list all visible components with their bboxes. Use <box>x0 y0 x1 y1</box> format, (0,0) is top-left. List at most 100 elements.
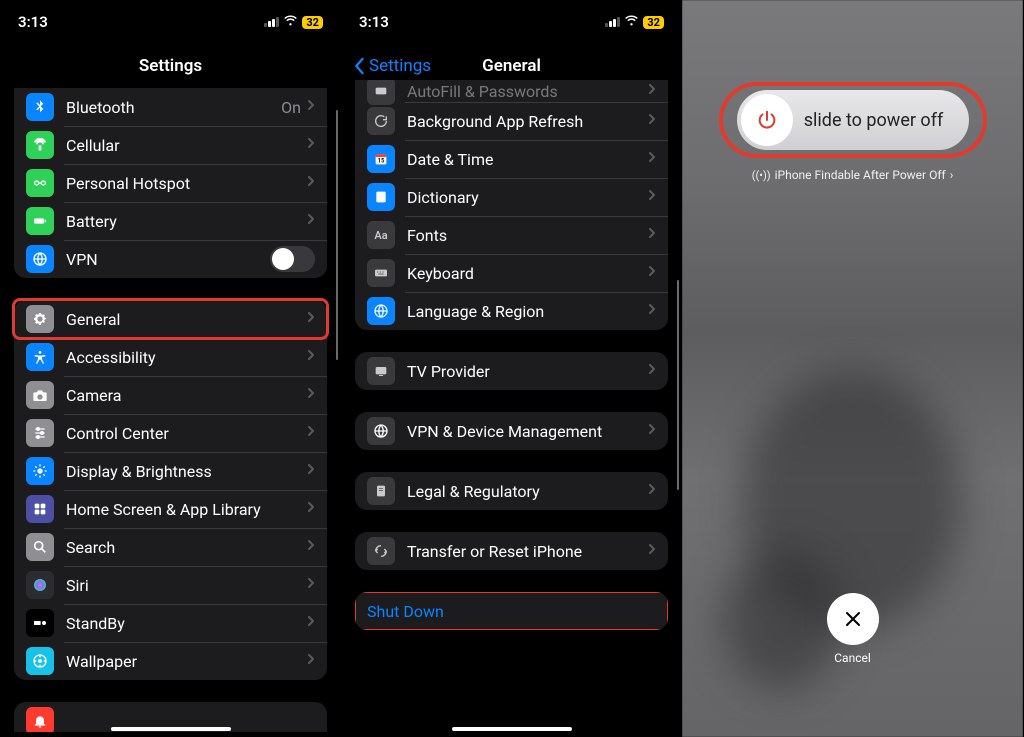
status-time: 3:13 <box>359 13 389 31</box>
row-language-region[interactable]: Language & Region <box>355 292 668 330</box>
row-background-app-refresh[interactable]: Background App Refresh <box>355 102 668 140</box>
row-label: Dictionary <box>407 188 648 207</box>
status-bar: 3:13 32 <box>0 0 341 44</box>
svg-text:15: 15 <box>378 157 385 164</box>
scrollbar[interactable] <box>677 280 680 490</box>
power-off-screen: slide to power off ((•)) iPhone Findable… <box>682 0 1023 737</box>
row-transfer-or-reset-iphone[interactable]: Transfer or Reset iPhone <box>355 532 668 570</box>
chevron-right-icon <box>307 175 315 191</box>
siri-icon <box>26 571 54 599</box>
row-display-brightness[interactable]: Display & Brightness <box>14 452 327 490</box>
standby-icon <box>26 609 54 637</box>
chevron-right-icon <box>307 501 315 517</box>
scrollbar[interactable] <box>336 110 339 360</box>
row-label: Date & Time <box>407 150 648 169</box>
bluetooth-icon <box>26 93 54 121</box>
chevron-right-icon <box>648 423 656 439</box>
row-legal-regulatory[interactable]: Legal & Regulatory <box>355 472 668 510</box>
chevron-right-icon <box>307 463 315 479</box>
row-autofill-passwords[interactable]: AutoFill & Passwords <box>355 80 668 102</box>
findable-link[interactable]: ((•)) iPhone Findable After Power Off › <box>727 168 979 182</box>
row-vpn[interactable]: VPN <box>14 240 327 278</box>
row-personal-hotspot[interactable]: Personal Hotspot <box>14 164 327 202</box>
row-vpn-device-management[interactable]: VPN & Device Management <box>355 412 668 450</box>
back-button[interactable]: Settings <box>353 56 431 76</box>
row-siri[interactable]: Siri <box>14 566 327 604</box>
shut-down-label: Shut Down <box>367 602 656 621</box>
row-home-screen-app-library[interactable]: Home Screen & App Library <box>14 490 327 528</box>
row-label: VPN <box>66 250 270 269</box>
chevron-right-icon <box>307 311 315 327</box>
display-icon <box>26 457 54 485</box>
chevron-right-icon <box>307 653 315 669</box>
row-tv-provider[interactable]: TV Provider <box>355 352 668 390</box>
row-bluetooth[interactable]: BluetoothOn <box>14 88 327 126</box>
row-standby[interactable]: StandBy <box>14 604 327 642</box>
chevron-right-icon <box>648 151 656 167</box>
chevron-right-icon: › <box>950 168 954 182</box>
findable-label: iPhone Findable After Power Off <box>775 168 946 182</box>
row-search[interactable]: Search <box>14 528 327 566</box>
find-my-icon: ((•)) <box>752 169 771 182</box>
row-label: VPN & Device Management <box>407 422 648 441</box>
hotspot-icon <box>26 169 54 197</box>
chevron-right-icon <box>648 113 656 129</box>
settings-list[interactable]: BluetoothOn Cellular Personal Hotspot Batte… <box>0 88 341 737</box>
row-label: Personal Hotspot <box>66 174 307 193</box>
row-dictionary[interactable]: Dictionary <box>355 178 668 216</box>
accessibility-icon <box>26 343 54 371</box>
row-camera[interactable]: Camera <box>14 376 327 414</box>
bell-icon <box>26 707 54 732</box>
transfer-icon <box>367 537 395 565</box>
general-list[interactable]: AutoFill & Passwords Background App Refre… <box>341 80 682 737</box>
row-battery[interactable]: Battery <box>14 202 327 240</box>
row-label: Bluetooth <box>66 98 281 117</box>
row-keyboard[interactable]: Keyboard <box>355 254 668 292</box>
page-title: General <box>482 56 541 76</box>
chevron-right-icon <box>648 83 656 99</box>
chevron-right-icon <box>648 227 656 243</box>
language-icon <box>367 297 395 325</box>
status-bar: 3:13 32 <box>341 0 682 44</box>
row-general[interactable]: General <box>14 300 327 338</box>
row-label: Control Center <box>66 424 307 443</box>
row-label: Display & Brightness <box>66 462 307 481</box>
row-label: Background App Refresh <box>407 112 648 131</box>
row-shut-down[interactable]: Shut Down <box>355 592 668 630</box>
row-value: On <box>281 98 301 117</box>
row-accessibility[interactable]: Accessibility <box>14 338 327 376</box>
battery-icon <box>26 207 54 235</box>
toggle-switch[interactable] <box>270 246 315 272</box>
tv-icon <box>367 357 395 385</box>
keyboard-icon <box>367 259 395 287</box>
control-icon <box>26 419 54 447</box>
vpn-icon <box>367 417 395 445</box>
home-indicator[interactable] <box>452 727 572 731</box>
row-label: Legal & Regulatory <box>407 482 648 501</box>
row-label: Camera <box>66 386 307 405</box>
chevron-right-icon <box>307 539 315 555</box>
chevron-right-icon <box>307 615 315 631</box>
home-indicator[interactable] <box>111 727 231 731</box>
row-control-center[interactable]: Control Center <box>14 414 327 452</box>
row-wallpaper[interactable]: Wallpaper <box>14 642 327 680</box>
close-icon <box>827 593 879 645</box>
battery-icon: 32 <box>643 16 664 29</box>
chevron-right-icon <box>307 349 315 365</box>
chevron-right-icon <box>307 99 315 115</box>
row-cellular[interactable]: Cellular <box>14 126 327 164</box>
signal-icon <box>264 17 279 27</box>
wifi-icon <box>283 15 298 30</box>
row-label: Search <box>66 538 307 557</box>
row-label: Accessibility <box>66 348 307 367</box>
row-label: Siri <box>66 576 307 595</box>
cancel-button[interactable]: Cancel <box>827 593 879 665</box>
cancel-label: Cancel <box>827 651 879 665</box>
row-label: Cellular <box>66 136 307 155</box>
row-fonts[interactable]: AaFonts <box>355 216 668 254</box>
fonts-icon: Aa <box>367 221 395 249</box>
row-label: StandBy <box>66 614 307 633</box>
row-date-time[interactable]: 15 Date & Time <box>355 140 668 178</box>
camera-icon <box>26 381 54 409</box>
home-icon <box>26 495 54 523</box>
